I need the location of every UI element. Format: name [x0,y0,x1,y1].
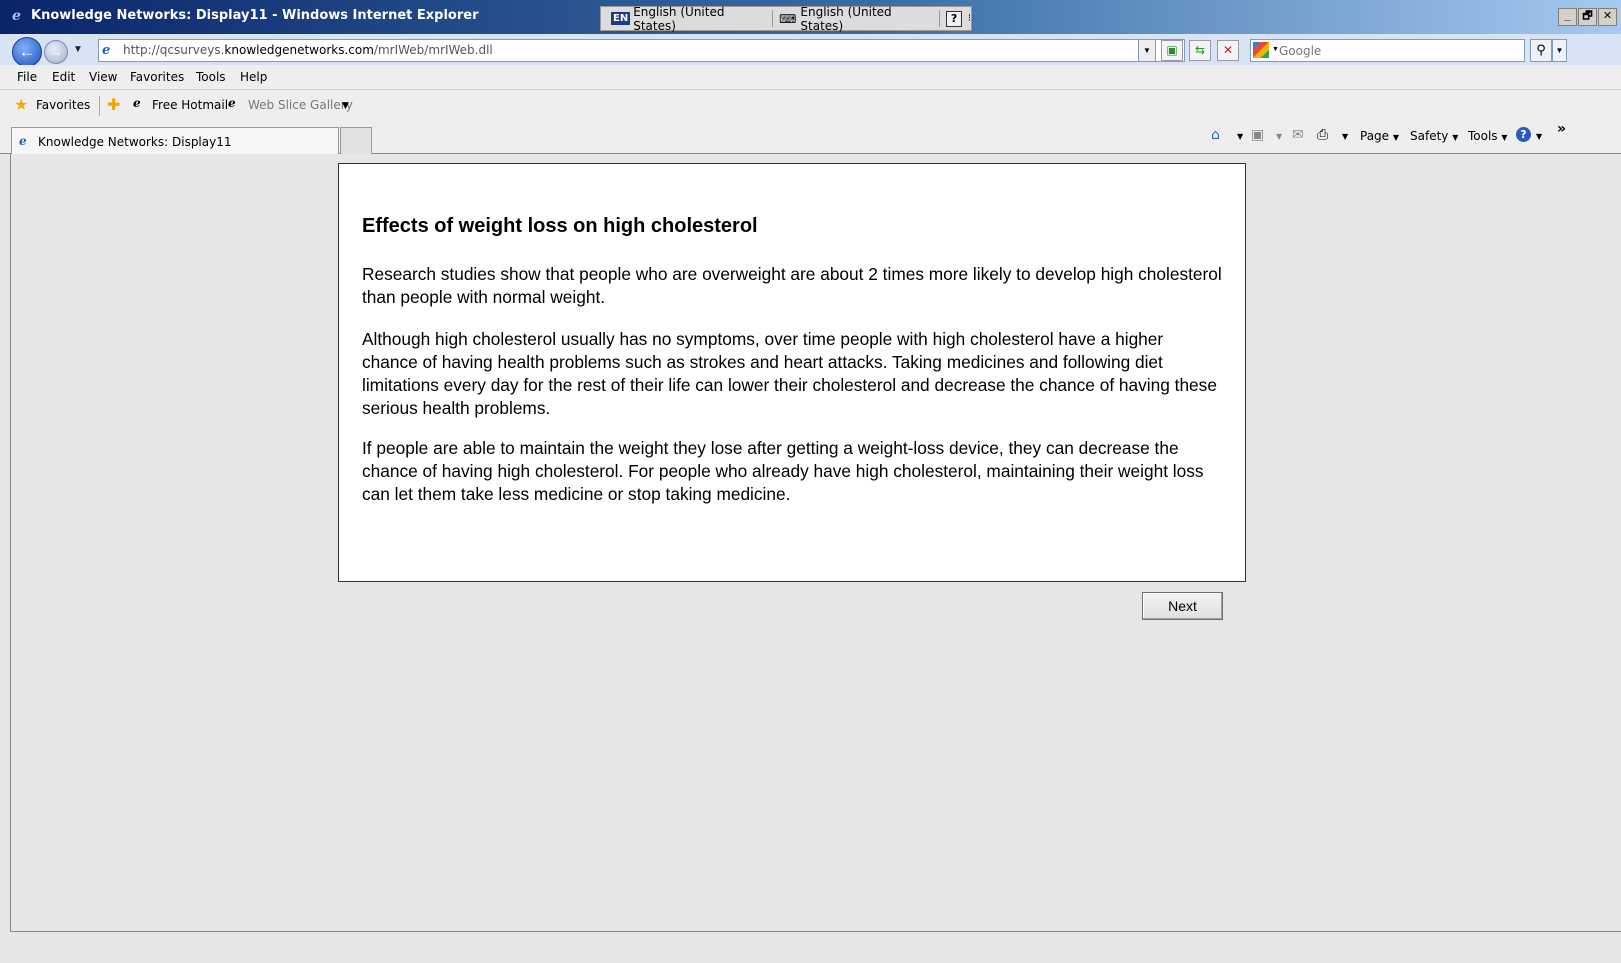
minimize-button[interactable]: _ [1558,8,1577,26]
favorites-button[interactable]: Favorites [36,98,90,112]
home-dropdown-icon[interactable]: ▼ [1237,132,1243,141]
menu-view[interactable]: View [89,70,117,84]
url-path: /mrIWeb/mrIWeb.dll [373,43,493,57]
read-mail-icon[interactable]: ✉ [1292,127,1304,143]
url-text[interactable]: http://qcsurveys.knowledgenetworks.com/m… [123,43,493,57]
tools-menu[interactable]: Tools ▼ [1468,129,1508,143]
page-ie-icon: e [102,43,111,58]
help-dropdown-icon[interactable]: ▼ [1536,132,1542,141]
tools-menu-label: Tools [1468,129,1498,143]
paragraph-1: Research studies show that people who ar… [362,264,1222,307]
page-menu[interactable]: Page ▼ [1360,129,1399,143]
search-input[interactable] [1277,41,1521,60]
google-icon[interactable] [1253,42,1269,58]
feeds-dropdown-icon[interactable]: ▼ [1276,132,1282,141]
langbar-divider [772,10,774,27]
window-controls: _ 🗗 ✕ [1558,8,1617,26]
next-button[interactable]: Next [1142,592,1223,620]
favorites-bar: ★ Favorites ✚ e Free Hotmail e Web Slice… [0,90,1621,120]
langbar-options-icon[interactable]: ⁝ [968,13,971,24]
menu-bar: File Edit View Favorites Tools Help [0,65,1621,90]
ie-logo-icon: e [12,8,21,24]
help-circle-icon[interactable]: ? [1516,127,1531,142]
url-host: knowledgenetworks.com [224,43,374,57]
page-menu-label: Page [1360,129,1390,143]
survey-content-box: Effects of weight loss on high cholester… [338,163,1246,582]
language-code-badge[interactable]: EN [611,12,631,25]
tab-ie-icon: e [19,134,27,148]
keyboard-layout-label[interactable]: English (United States) [800,5,933,33]
langbar-divider [939,10,941,27]
favorites-divider [99,96,100,116]
paragraph-3: If people are able to maintain the weigh… [362,438,1204,504]
refresh-icon[interactable]: ⇆ [1189,40,1211,61]
back-button[interactable]: ← [12,37,42,67]
address-dropdown-icon[interactable]: ▼ [1138,39,1156,62]
recent-pages-dropdown-icon[interactable]: ▼ [73,44,83,55]
safety-menu-label: Safety [1410,129,1449,143]
paragraph-2: Although high cholesterol usually has no… [362,329,1217,418]
address-bar-row: ← → ▼ e http://qcsurveys.knowledgenetwor… [0,34,1621,67]
keyboard-icon: ⌨ [779,11,797,26]
tab-title: Knowledge Networks: Display11 [38,135,232,149]
address-field[interactable]: e http://qcsurveys.knowledgenetworks.com… [98,39,1185,62]
close-button[interactable]: ✕ [1598,8,1617,26]
menu-help[interactable]: Help [240,70,267,84]
hotmail-ie-icon: e [133,96,141,110]
web-slice-ie-icon: e [228,96,236,110]
home-icon[interactable]: ⌂ [1211,127,1220,143]
new-tab-button[interactable] [340,127,372,154]
menu-favorites[interactable]: Favorites [130,70,184,84]
add-to-favorites-icon[interactable]: ✚ [107,95,120,114]
web-slice-gallery-link[interactable]: Web Slice Gallery [248,98,353,112]
safety-menu[interactable]: Safety ▼ [1410,129,1458,143]
restore-button[interactable]: 🗗 [1578,8,1597,26]
print-dropdown-icon[interactable]: ▼ [1342,132,1348,141]
compatibility-view-icon[interactable]: ▣ [1161,40,1183,61]
title-bar: e Knowledge Networks: Display11 - Window… [0,0,1621,34]
print-icon[interactable]: ⎙ [1317,127,1328,143]
tab-knowledge-networks[interactable]: e Knowledge Networks: Display11 [11,127,339,154]
free-hotmail-link[interactable]: Free Hotmail [152,98,228,112]
tab-row: e Knowledge Networks: Display11 ⌂ ▼ ▣ ▼ … [0,120,1621,154]
search-options-dropdown-icon[interactable]: ▼ [1552,39,1567,62]
forward-button[interactable]: → [44,40,68,64]
help-icon[interactable]: ? [946,10,962,27]
window-title: Knowledge Networks: Display11 - Windows … [31,8,479,23]
search-icon[interactable]: ⚲ [1530,39,1552,62]
menu-file[interactable]: File [17,70,37,84]
page-heading: Effects of weight loss on high cholester… [362,215,758,237]
web-slice-dropdown-icon[interactable]: ▼ [342,101,349,111]
input-language-label[interactable]: English (United States) [633,5,766,33]
search-box[interactable]: ▼ [1250,39,1525,62]
menu-edit[interactable]: Edit [52,70,75,84]
favorites-star-icon[interactable]: ★ [14,95,28,114]
feeds-icon[interactable]: ▣ [1251,127,1264,143]
language-bar[interactable]: EN English (United States) ⌨ English (Un… [600,5,972,33]
command-bar-overflow-icon[interactable]: » [1557,121,1566,137]
url-prefix: http://qcsurveys. [123,43,225,57]
stop-icon[interactable]: ✕ [1217,40,1239,61]
menu-tools[interactable]: Tools [196,70,226,84]
